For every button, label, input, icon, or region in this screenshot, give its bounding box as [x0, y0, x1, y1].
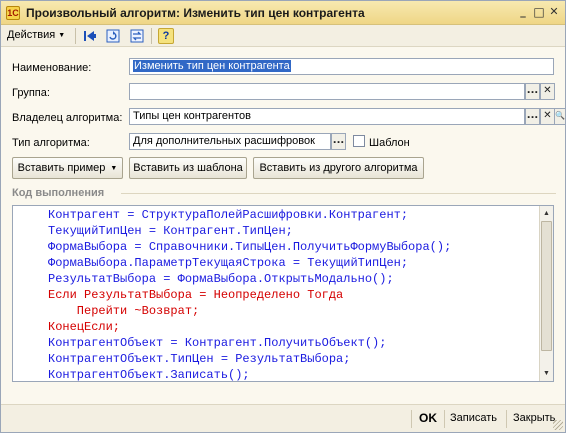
- actions-menu-label: Действия: [7, 29, 56, 41]
- chevron-down-icon: ▼: [110, 165, 118, 172]
- owner-label: Владелец алгоритма:: [12, 112, 123, 124]
- name-field-value: Изменить тип цен контрагента: [133, 60, 291, 72]
- arrow-left-icon[interactable]: [82, 28, 98, 44]
- insert-example-button[interactable]: Вставить пример ▼: [12, 157, 123, 179]
- name-field[interactable]: Изменить тип цен контрагента: [129, 58, 554, 75]
- bottom-separator: [444, 410, 445, 428]
- code-section-title: Код выполнения: [12, 187, 105, 199]
- arrows-icon[interactable]: [129, 28, 145, 44]
- name-label: Наименование:: [12, 62, 92, 74]
- toolbar: Действия ▼ ?: [1, 25, 565, 47]
- group-label: Группа:: [12, 87, 50, 99]
- toolbar-separator: [75, 28, 76, 44]
- code-line: КонтрагентОбъект.ТипЦен = РезультатВыбор…: [48, 352, 351, 366]
- minimize-button[interactable]: _: [516, 5, 530, 19]
- type-select-button[interactable]: ...: [331, 133, 346, 150]
- owner-clear-button[interactable]: ✕: [540, 108, 555, 125]
- template-label: Шаблон: [369, 137, 410, 149]
- scroll-up-icon[interactable]: ▲: [540, 207, 553, 220]
- algorithm-window: 1С Произвольный алгоритм: Изменить тип ц…: [0, 0, 566, 433]
- code-line: РезультатВыбора = ФормаВыбора.ОткрытьМод…: [48, 272, 394, 286]
- code-lines: Контрагент = СтруктураПолейРасшифровки.К…: [48, 207, 452, 382]
- help-icon[interactable]: ?: [158, 28, 174, 44]
- template-checkbox[interactable]: [353, 135, 365, 147]
- maximize-button[interactable]: □: [532, 5, 546, 19]
- code-editor[interactable]: Контрагент = СтруктураПолейРасшифровки.К…: [12, 205, 554, 382]
- code-line: КонтрагентОбъект.Записать();: [48, 368, 250, 382]
- bottom-bar: OK Записать Закрыть: [1, 404, 565, 432]
- save-button[interactable]: Записать: [450, 412, 497, 424]
- insert-from-other-button[interactable]: Вставить из другого алгоритма: [253, 157, 424, 179]
- owner-select-button[interactable]: ...: [525, 108, 540, 125]
- type-field[interactable]: Для дополнительных расшифровок: [129, 133, 331, 150]
- refresh-icon[interactable]: [105, 28, 121, 44]
- code-line: Контрагент = СтруктураПолейРасшифровки.К…: [48, 208, 409, 222]
- actions-menu[interactable]: Действия ▼: [7, 29, 65, 41]
- resize-grip-icon[interactable]: [553, 420, 563, 430]
- group-clear-button[interactable]: ✕: [540, 83, 555, 100]
- scroll-thumb[interactable]: [541, 221, 552, 351]
- toolbar-separator: [151, 28, 152, 44]
- owner-field[interactable]: Типы цен контрагентов: [129, 108, 525, 125]
- close-button[interactable]: Закрыть: [513, 412, 555, 424]
- code-line: Если РезультатВыбора = Неопределено Тогд…: [48, 288, 344, 302]
- code-line: ФормаВыбора.ПараметрТекущаяСтрока = Теку…: [48, 256, 409, 270]
- code-line: ФормаВыбора = Справочники.ТипыЦен.Получи…: [48, 240, 452, 254]
- window-title: Произвольный алгоритм: Изменить тип цен …: [26, 6, 365, 20]
- title-bar: 1С Произвольный алгоритм: Изменить тип ц…: [1, 1, 565, 25]
- insert-example-label: Вставить пример: [17, 162, 106, 174]
- scroll-down-icon[interactable]: ▼: [540, 367, 553, 380]
- code-line: ТекущийТипЦен = Контрагент.ТипЦен;: [48, 224, 293, 238]
- group-select-button[interactable]: ...: [525, 83, 540, 100]
- close-window-button[interactable]: ✕: [547, 5, 561, 19]
- app-logo-icon: 1С: [6, 6, 20, 20]
- bottom-separator: [411, 410, 412, 428]
- chevron-down-icon: ▼: [58, 32, 66, 39]
- group-field[interactable]: [129, 83, 525, 100]
- code-line: Перейти ~Возврат;: [48, 304, 200, 318]
- ok-button[interactable]: OK: [419, 411, 437, 425]
- code-scrollbar[interactable]: ▲ ▼: [539, 206, 553, 381]
- code-line: КонтрагентОбъект = Контрагент.ПолучитьОб…: [48, 336, 387, 350]
- insert-from-template-button[interactable]: Вставить из шаблона: [129, 157, 247, 179]
- code-line: КонецЕсли;: [48, 320, 121, 334]
- search-icon[interactable]: 🔍: [554, 108, 566, 125]
- bottom-separator: [506, 410, 507, 428]
- type-label: Тип алгоритма:: [12, 137, 90, 149]
- section-divider: [121, 193, 556, 194]
